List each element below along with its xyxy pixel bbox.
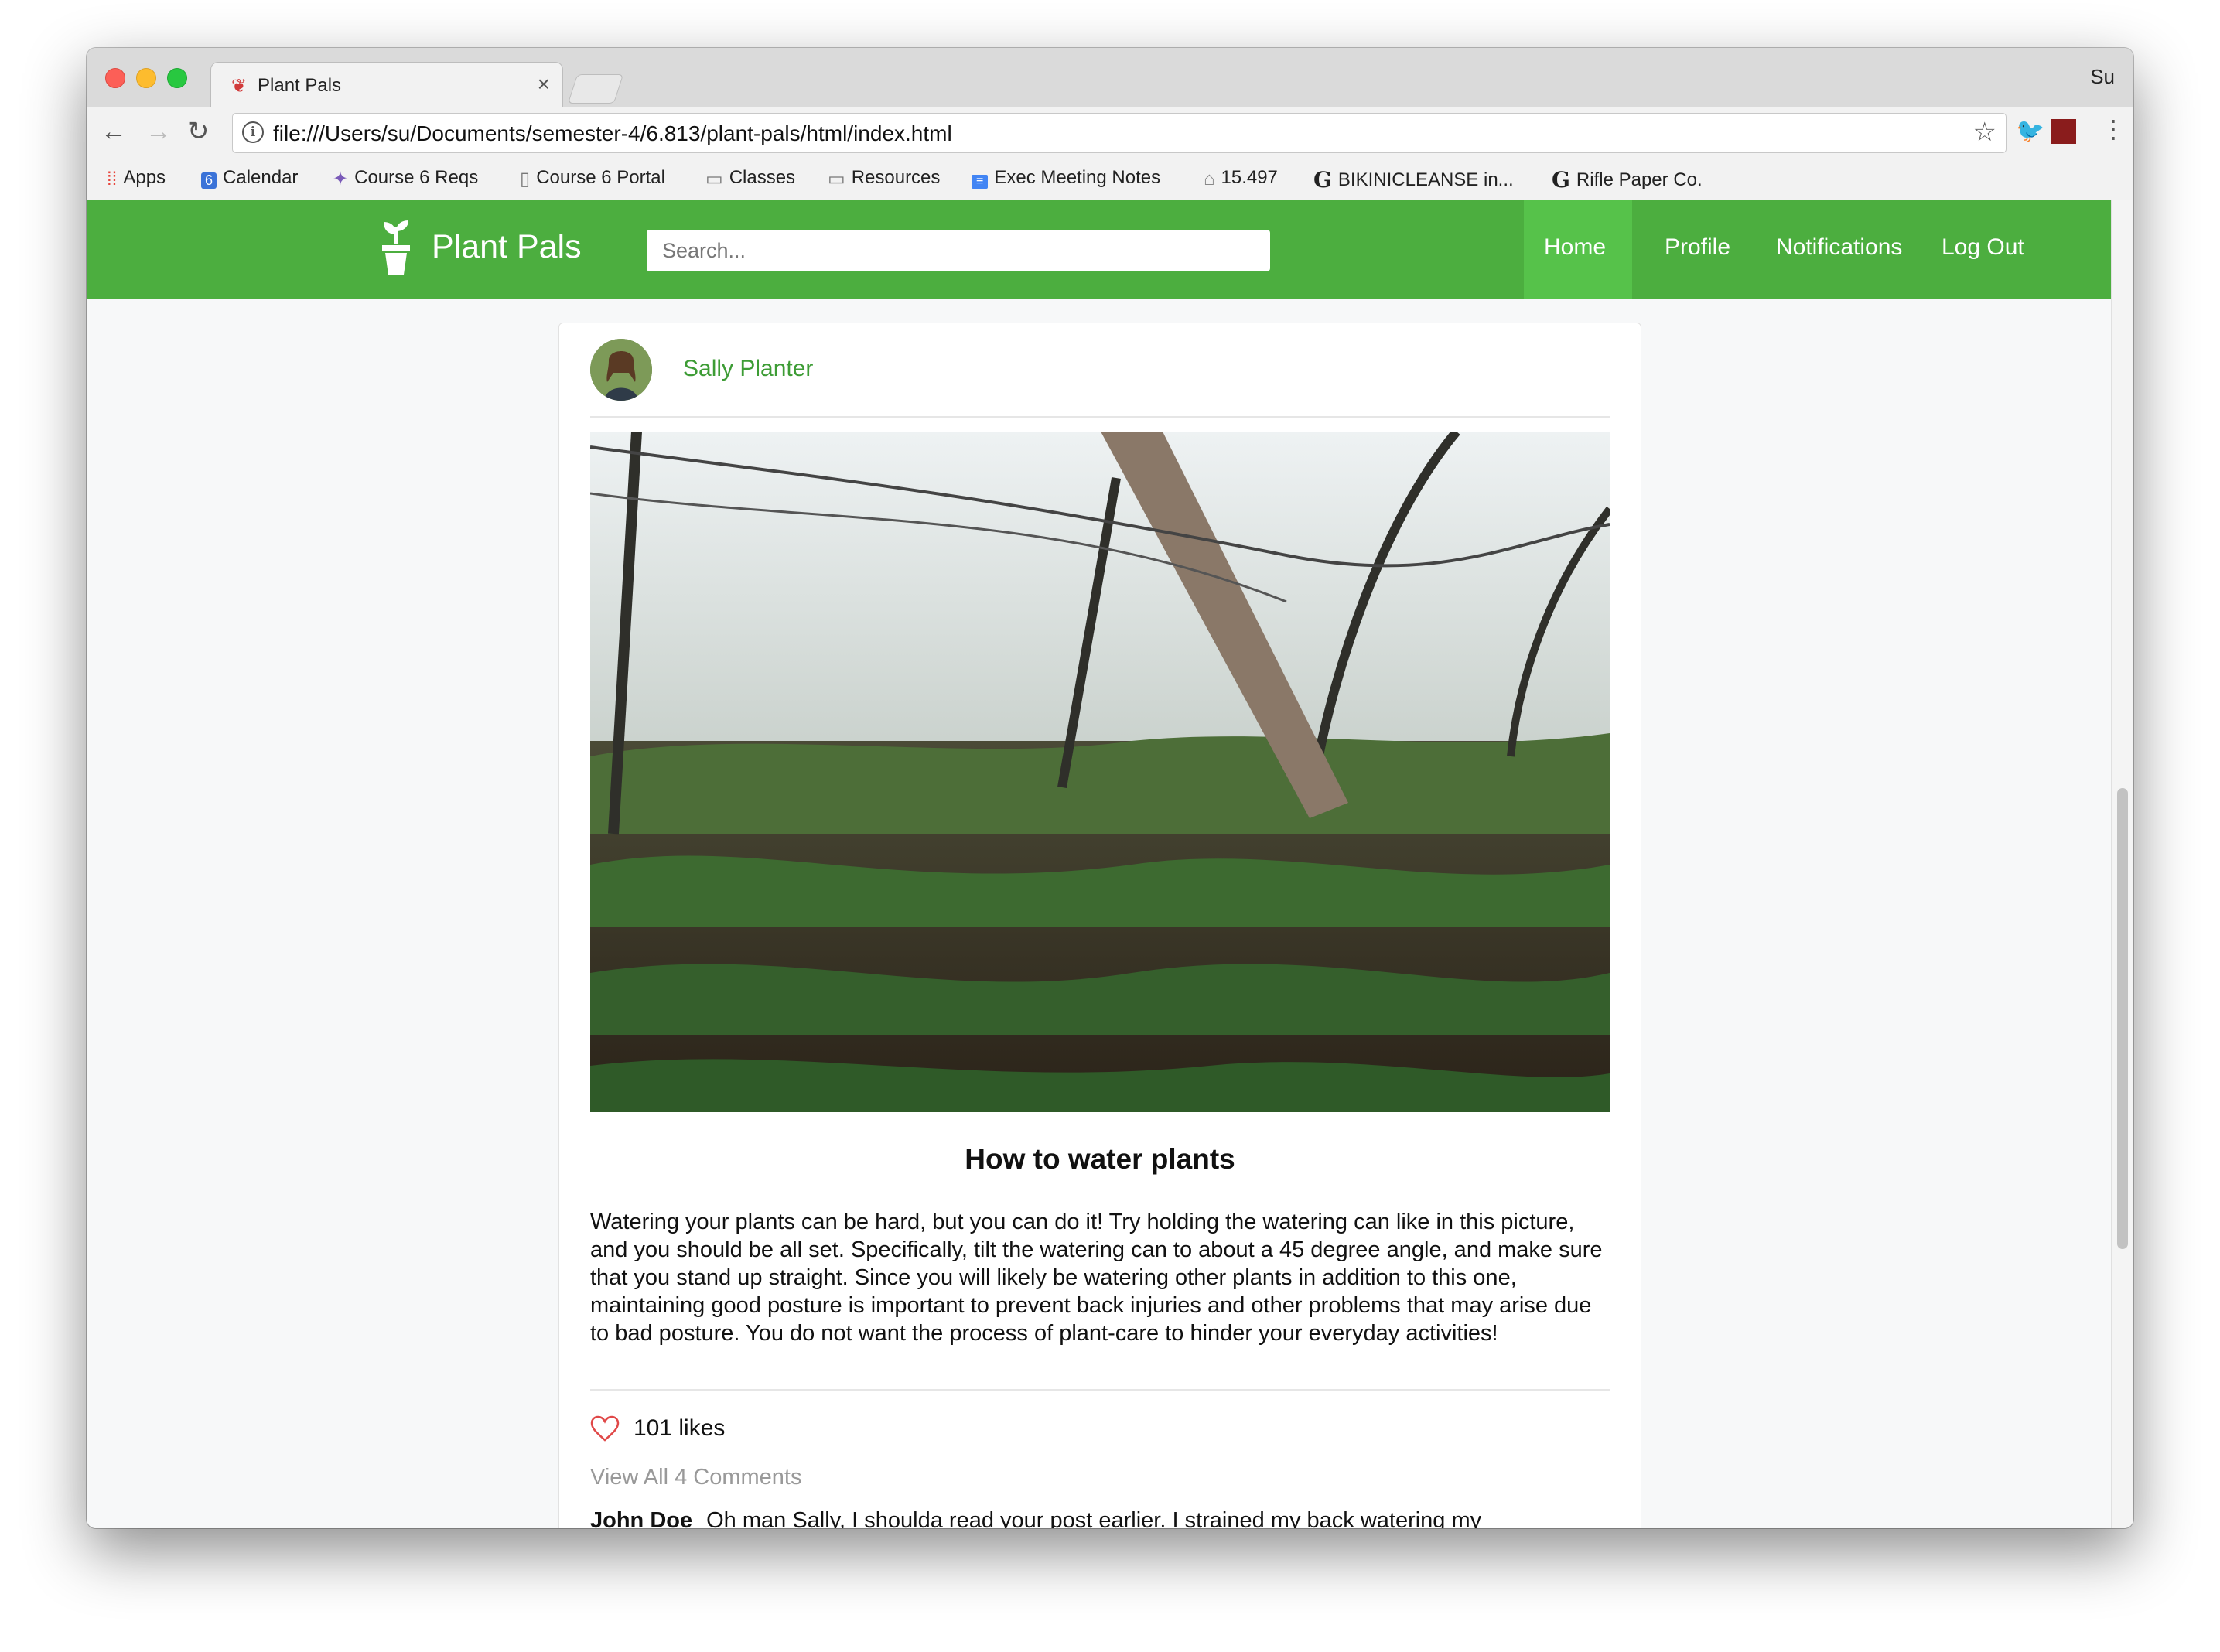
forward-arrow-icon[interactable]: → <box>145 116 172 147</box>
bookmark-apps[interactable]: ⁞⁞ Apps <box>107 167 166 190</box>
back-arrow-icon[interactable]: ← <box>101 116 127 147</box>
comment-author[interactable]: John Doe <box>590 1508 692 1528</box>
post-image <box>590 432 1610 1112</box>
bookmark-label: Course 6 Portal <box>536 167 665 188</box>
bookmark-label: Classes <box>729 167 796 188</box>
comment: John Doe Oh man Sally, I shoulda read you… <box>590 1508 1481 1528</box>
browser-toolbar: ← → ↻ i file:///Users/su/Documents/semes… <box>87 107 2133 158</box>
g-icon: G <box>1313 167 1332 193</box>
browser-chrome: ❦ Plant Pals × Su ← → ↻ i file:///Users/… <box>87 48 2133 200</box>
header-divider <box>590 416 1610 418</box>
bookmark-label: Course 6 Reqs <box>354 167 479 188</box>
app-navbar: Plant Pals Home Profile Notifications Lo… <box>87 200 2112 299</box>
tab-title: Plant Pals <box>258 75 342 96</box>
apps-grid-icon: ⁞⁞ <box>107 169 118 189</box>
scrollbar-thumb[interactable] <box>2117 788 2128 1249</box>
nav-profile[interactable]: Profile <box>1665 234 1730 261</box>
avatar[interactable] <box>590 339 652 401</box>
g-icon: G <box>1552 167 1570 193</box>
browser-tab[interactable]: ❦ Plant Pals × <box>210 62 563 109</box>
post-card: Sally Planter How to water plants Wateri… <box>558 323 1641 1528</box>
zoom-window-button[interactable] <box>167 68 187 88</box>
calendar-icon: 6 <box>201 172 217 189</box>
folder-icon: ▭ <box>705 169 723 189</box>
plant-pot-icon <box>382 220 410 275</box>
page-icon: ▯ <box>520 169 531 189</box>
bookmark-rifle-paper[interactable]: G Rifle Paper Co. <box>1552 167 1703 193</box>
web-page: Plant Pals Home Profile Notifications Lo… <box>87 200 2112 1528</box>
building-icon: ⌂ <box>1204 169 1215 189</box>
bookmark-label: BIKINICLEANSE in... <box>1337 169 1514 190</box>
close-window-button[interactable] <box>105 68 125 88</box>
address-bar[interactable]: i file:///Users/su/Documents/semester-4/… <box>232 113 2007 153</box>
minimize-window-button[interactable] <box>136 68 156 88</box>
bookmark-label: Exec Meeting Notes <box>994 167 1161 188</box>
nav-logout[interactable]: Log Out <box>1942 234 2024 261</box>
nav-notifications[interactable]: Notifications <box>1776 234 1902 261</box>
docs-icon: ≡ <box>972 175 989 189</box>
post-body: Watering your plants can be hard, but yo… <box>590 1210 1603 1346</box>
bookmark-resources[interactable]: ▭ Resources <box>828 167 940 190</box>
comment-text: Oh man Sally, I shoulda read your post e… <box>706 1508 1482 1528</box>
scrollbar[interactable] <box>2111 200 2133 1528</box>
bookmark-bikinicleanse[interactable]: G BIKINICLEANSE in... <box>1313 167 1514 193</box>
bookmark-exec-meeting-notes[interactable]: ≡ Exec Meeting Notes <box>972 167 1160 189</box>
bookmark-course6portal[interactable]: ▯ Course 6 Portal <box>520 167 665 190</box>
bookmark-15497[interactable]: ⌂ 15.497 <box>1204 167 1278 190</box>
post-title: How to water plants <box>965 1143 1235 1175</box>
puzzle-icon: ✦ <box>333 169 349 189</box>
bookmark-classes[interactable]: ▭ Classes <box>705 167 795 190</box>
bookmark-star-icon[interactable]: ☆ <box>1973 117 1996 148</box>
info-icon[interactable]: i <box>242 121 264 143</box>
bookmark-label: Rifle Paper Co. <box>1576 169 1703 190</box>
bookmarks-bar: ⁞⁞ Apps 6 Calendar ✦ Course 6 Reqs ▯ Course … <box>87 158 2133 200</box>
bookmark-course6reqs[interactable]: ✦ Course 6 Reqs <box>333 167 478 190</box>
bookmark-label: Resources <box>851 167 941 188</box>
bookmark-calendar[interactable]: 6 Calendar <box>201 167 298 189</box>
url-text[interactable]: file:///Users/su/Documents/semester-4/6.… <box>273 121 952 146</box>
extension-bird-icon[interactable]: 🐦 <box>2016 118 2044 145</box>
extension-red-icon[interactable] <box>2051 119 2076 144</box>
avatar-photo <box>590 339 652 401</box>
bookmark-label: Calendar <box>223 167 299 188</box>
search-input[interactable] <box>647 230 1270 271</box>
plant-favicon-icon: ❦ <box>231 76 248 97</box>
new-tab-button[interactable] <box>567 74 624 104</box>
profile-name[interactable]: Su <box>2090 65 2115 89</box>
tab-close-icon[interactable]: × <box>538 72 550 97</box>
browser-window: ❦ Plant Pals × Su ← → ↻ i file:///Users/… <box>87 48 2133 1528</box>
bookmark-label: 15.497 <box>1221 167 1278 188</box>
reload-icon[interactable]: ↻ <box>187 116 210 147</box>
brand-name[interactable]: Plant Pals <box>432 228 582 266</box>
bookmark-label: Apps <box>123 167 166 188</box>
like-count: 101 likes <box>634 1415 726 1441</box>
view-all-comments-link[interactable]: View All 4 Comments <box>590 1465 801 1490</box>
folder-icon: ▭ <box>828 169 845 189</box>
tab-strip: ❦ Plant Pals × Su <box>87 48 2133 109</box>
browser-menu-icon[interactable]: ⋮ <box>2101 114 2126 144</box>
heart-icon[interactable] <box>590 1415 620 1442</box>
nav-home[interactable]: Home <box>1544 234 1606 261</box>
post-author[interactable]: Sally Planter <box>683 356 813 382</box>
body-divider <box>590 1389 1610 1391</box>
